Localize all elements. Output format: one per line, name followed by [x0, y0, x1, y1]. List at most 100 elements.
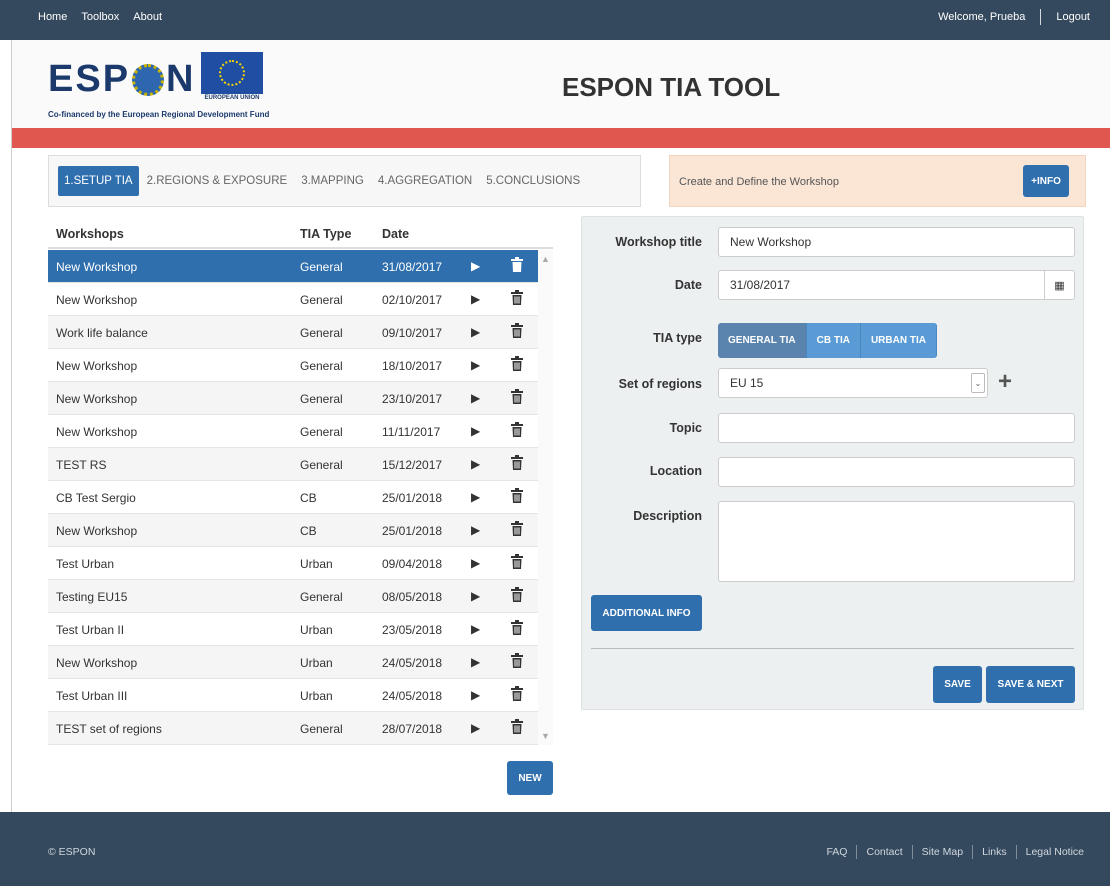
additional-info-button[interactable]: ADDITIONAL INFO	[591, 595, 702, 631]
welcome-user-link[interactable]: Welcome, Prueba	[938, 11, 1025, 23]
play-icon[interactable]: ▶	[471, 358, 480, 372]
topic-input[interactable]	[718, 413, 1075, 443]
trash-icon[interactable]	[511, 356, 523, 371]
footer-faq-link[interactable]: FAQ	[826, 846, 847, 858]
workshop-name-cell: New Workshop	[56, 260, 138, 274]
trash-icon[interactable]	[511, 554, 523, 569]
trash-icon[interactable]	[511, 719, 523, 734]
footer-legal-link[interactable]: Legal Notice	[1026, 846, 1084, 858]
footer-sitemap-link[interactable]: Site Map	[922, 846, 963, 858]
table-row[interactable]: New Workshop General 11/11/2017 ▶	[48, 415, 538, 448]
trash-icon[interactable]	[511, 620, 523, 635]
tia-type-cell: General	[300, 293, 343, 307]
footer-separator	[972, 845, 974, 859]
workshop-name-cell: New Workshop	[56, 392, 138, 406]
play-icon[interactable]: ▶	[471, 556, 480, 570]
play-icon[interactable]: ▶	[471, 259, 480, 273]
tia-general-option[interactable]: GENERAL TIA	[718, 323, 807, 358]
new-workshop-button[interactable]: NEW	[507, 761, 553, 795]
nav-toolbox-link[interactable]: Toolbox	[81, 11, 119, 23]
trash-icon[interactable]	[511, 290, 523, 305]
table-row[interactable]: TEST RS General 15/12/2017 ▶	[48, 448, 538, 481]
play-icon[interactable]: ▶	[471, 523, 480, 537]
calendar-icon[interactable]: ▦	[1044, 271, 1074, 299]
table-row[interactable]: Test Urban II Urban 23/05/2018 ▶	[48, 613, 538, 646]
play-icon[interactable]: ▶	[471, 325, 480, 339]
play-icon[interactable]: ▶	[471, 424, 480, 438]
play-icon[interactable]: ▶	[471, 655, 480, 669]
table-row[interactable]: CB Test Sergio CB 25/01/2018 ▶	[48, 481, 538, 514]
play-icon[interactable]: ▶	[471, 688, 480, 702]
trash-icon[interactable]	[511, 257, 523, 272]
date-input[interactable]: 31/08/2017 ▦	[718, 270, 1075, 300]
table-row[interactable]: Test Urban Urban 09/04/2018 ▶	[48, 547, 538, 580]
nav-home-link[interactable]: Home	[38, 11, 67, 23]
play-icon[interactable]: ▶	[471, 589, 480, 603]
workshop-name-cell: New Workshop	[56, 524, 138, 538]
table-row[interactable]: Test Urban III Urban 24/05/2018 ▶	[48, 679, 538, 712]
table-row[interactable]: TEST set of regions General 28/07/2018 ▶	[48, 712, 538, 745]
play-icon[interactable]: ▶	[471, 292, 480, 306]
date-cell: 08/05/2018	[382, 590, 443, 604]
save-button[interactable]: SAVE	[933, 666, 982, 703]
play-icon[interactable]: ▶	[471, 622, 480, 636]
tia-type-cell: General	[300, 260, 343, 274]
workshop-name-cell: CB Test Sergio	[56, 491, 136, 505]
step-aggregation[interactable]: 4.AGGREGATION	[372, 166, 478, 196]
tia-type-cell: CB	[300, 524, 317, 538]
date-cell: 09/04/2018	[382, 557, 443, 571]
table-row[interactable]: New Workshop General 31/08/2017 ▶	[48, 250, 538, 283]
date-cell: 18/10/2017	[382, 359, 443, 373]
scroll-down-icon[interactable]: ▼	[541, 731, 550, 741]
wizard-steps: 1.SETUP TIA 2.REGIONS & EXPOSURE 3.MAPPI…	[48, 155, 641, 207]
trash-icon[interactable]	[511, 521, 523, 536]
step-conclusions[interactable]: 5.CONCLUSIONS	[480, 166, 586, 196]
table-scrollbar[interactable]: ▲ ▼	[538, 250, 553, 745]
table-row[interactable]: New Workshop General 18/10/2017 ▶	[48, 349, 538, 382]
tia-cb-option[interactable]: CB TIA	[806, 323, 861, 358]
table-row[interactable]: New Workshop General 02/10/2017 ▶	[48, 283, 538, 316]
tia-urban-option[interactable]: URBAN TIA	[860, 323, 937, 358]
topic-label: Topic	[669, 421, 702, 435]
save-next-button[interactable]: SAVE & NEXT	[986, 666, 1075, 703]
regions-value: EU 15	[730, 376, 764, 390]
logout-link[interactable]: Logout	[1056, 11, 1090, 23]
step-regions-exposure[interactable]: 2.REGIONS & EXPOSURE	[141, 166, 294, 196]
trash-icon[interactable]	[511, 323, 523, 338]
step-mapping[interactable]: 3.MAPPING	[295, 166, 370, 196]
footer-contact-link[interactable]: Contact	[866, 846, 902, 858]
tia-type-cell: General	[300, 458, 343, 472]
trash-icon[interactable]	[511, 455, 523, 470]
trash-icon[interactable]	[511, 389, 523, 404]
step-setup-tia[interactable]: 1.SETUP TIA	[58, 166, 139, 196]
play-icon[interactable]: ▶	[471, 457, 480, 471]
espon-logo[interactable]: ESP N EUROPEAN UNION Co-financed by the E…	[48, 50, 278, 120]
table-row[interactable]: New Workshop Urban 24/05/2018 ▶	[48, 646, 538, 679]
play-icon[interactable]: ▶	[471, 721, 480, 735]
step-info-text: Create and Define the Workshop	[679, 176, 839, 188]
espon-ring-icon	[132, 63, 165, 96]
play-icon[interactable]: ▶	[471, 391, 480, 405]
add-region-set-icon[interactable]: +	[998, 370, 1012, 394]
description-textarea[interactable]	[718, 501, 1075, 582]
table-row[interactable]: New Workshop CB 25/01/2018 ▶	[48, 514, 538, 547]
regions-select[interactable]: EU 15 ⌄	[718, 368, 988, 398]
info-button[interactable]: +INFO	[1023, 165, 1069, 197]
table-row[interactable]: Testing EU15 General 08/05/2018 ▶	[48, 580, 538, 613]
workshop-title-input[interactable]: New Workshop	[718, 227, 1075, 257]
table-row[interactable]: New Workshop General 23/10/2017 ▶	[48, 382, 538, 415]
footer-links-link[interactable]: Links	[982, 846, 1007, 858]
nav-about-link[interactable]: About	[133, 11, 162, 23]
trash-icon[interactable]	[511, 587, 523, 602]
trash-icon[interactable]	[511, 488, 523, 503]
trash-icon[interactable]	[511, 422, 523, 437]
play-icon[interactable]: ▶	[471, 490, 480, 504]
chevron-down-icon[interactable]: ⌄	[971, 373, 985, 393]
scroll-up-icon[interactable]: ▲	[541, 254, 550, 264]
eu-label: EUROPEAN UNION	[204, 95, 260, 101]
tia-type-cell: CB	[300, 491, 317, 505]
trash-icon[interactable]	[511, 686, 523, 701]
trash-icon[interactable]	[511, 653, 523, 668]
table-row[interactable]: Work life balance General 09/10/2017 ▶	[48, 316, 538, 349]
location-input[interactable]	[718, 457, 1075, 487]
